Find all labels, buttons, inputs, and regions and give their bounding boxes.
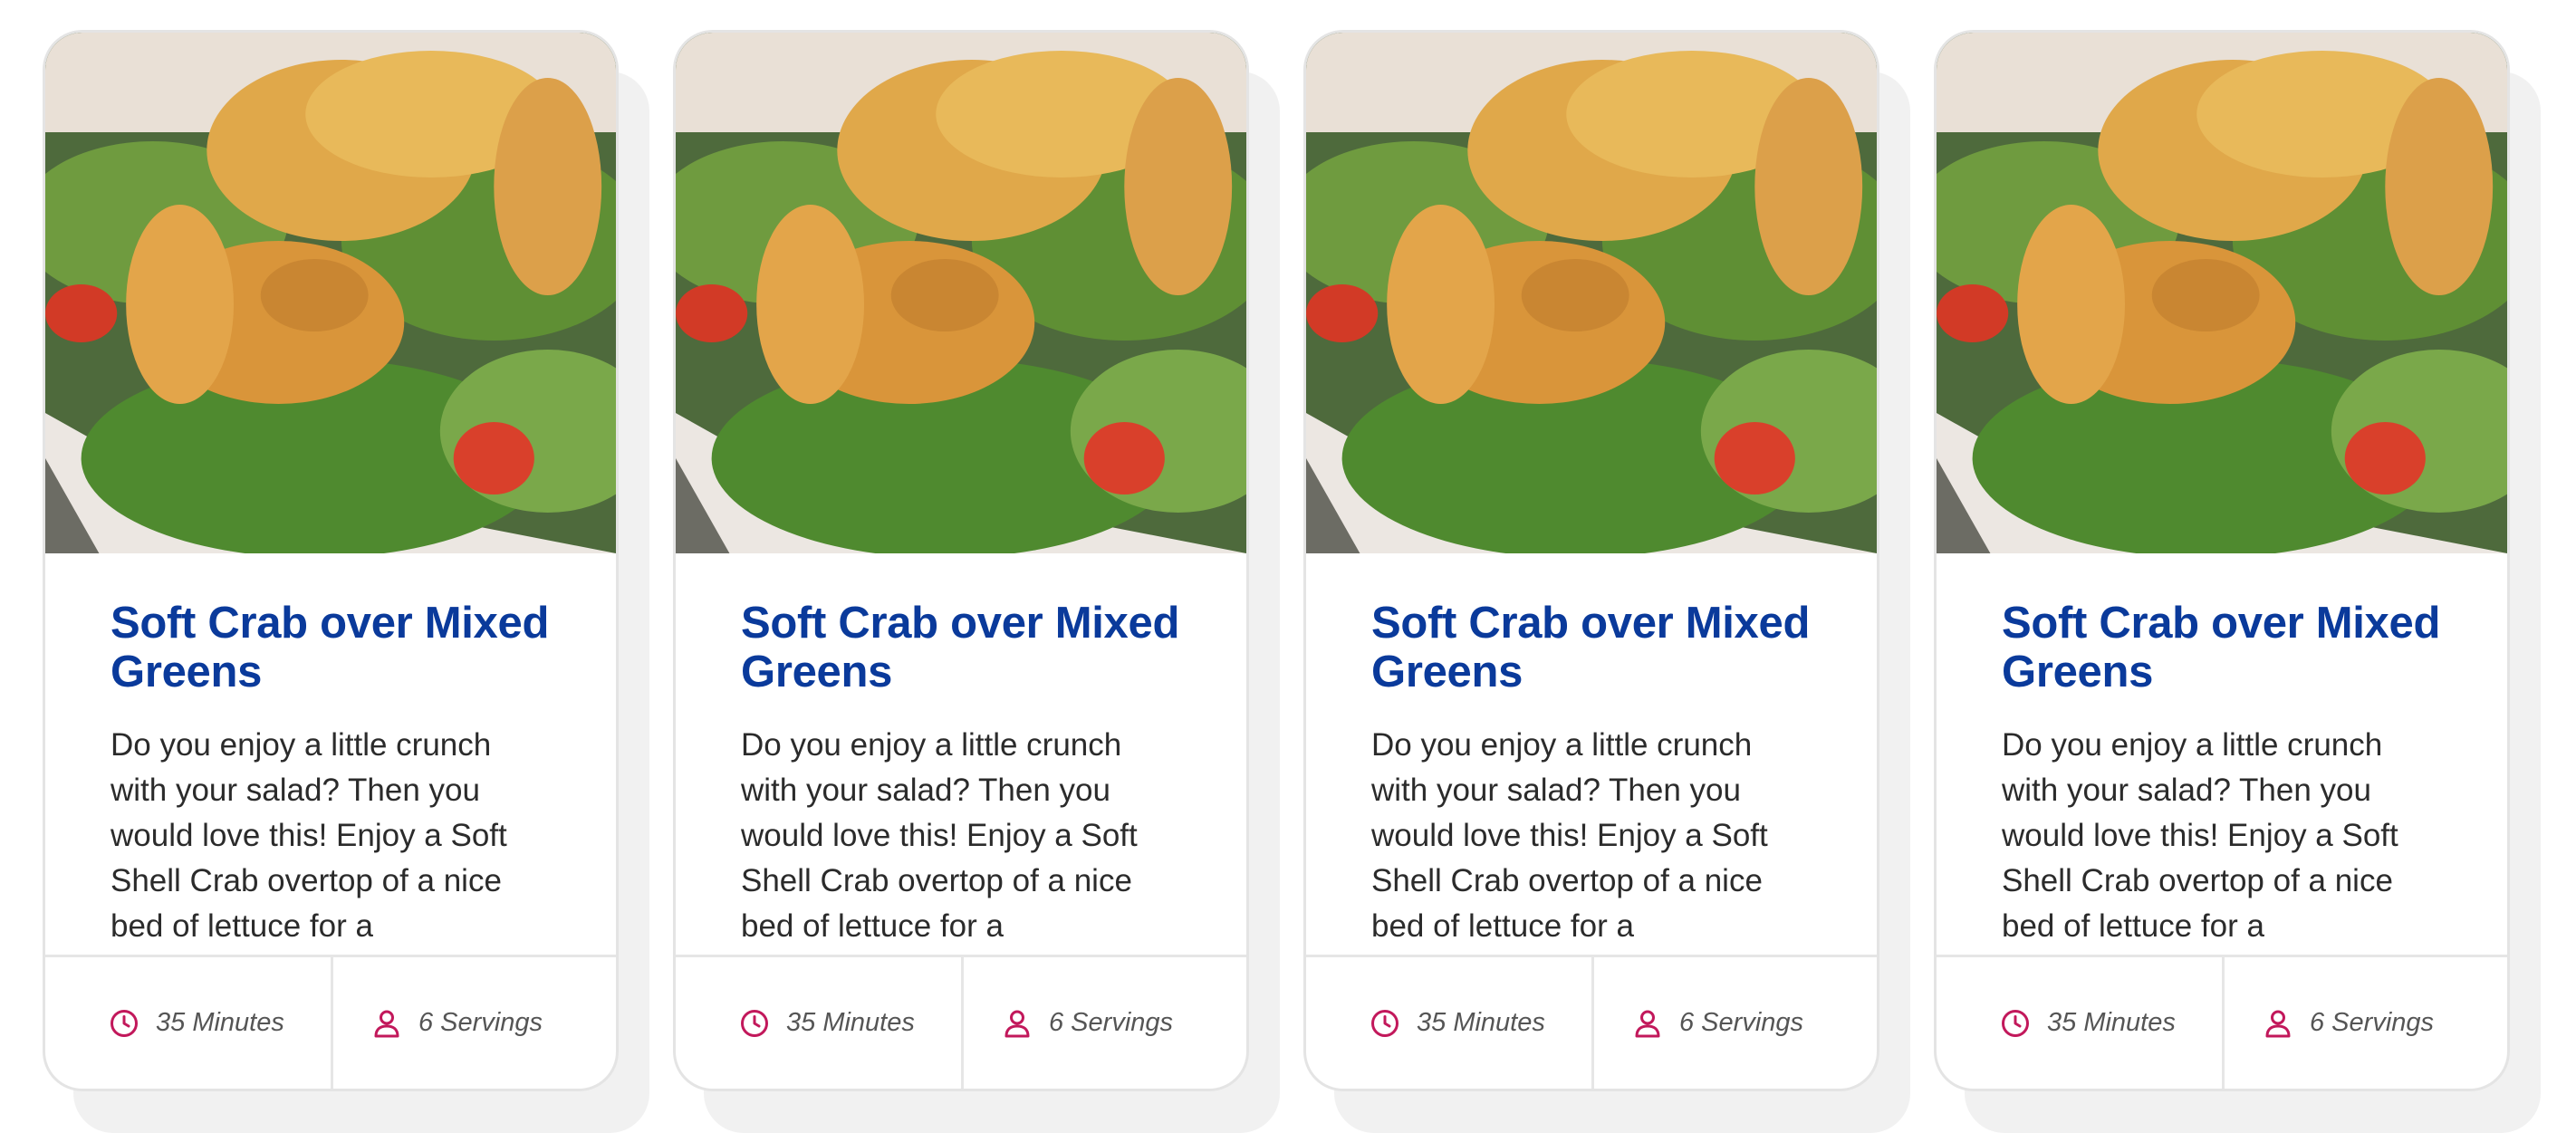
servings-label: 6 Servings	[1049, 1008, 1174, 1037]
recipe-title[interactable]: Soft Crab over Mixed Greens	[2002, 599, 2442, 696]
recipe-image[interactable]	[45, 33, 616, 553]
clock-icon	[741, 1009, 768, 1037]
recipe-description: Do you enjoy a little crunch with your s…	[111, 727, 507, 944]
recipe-image[interactable]	[676, 33, 1246, 553]
recipe-card-wrapper: Soft Crab over Mixed Greens Do you enjoy…	[43, 30, 649, 1133]
clock-icon	[1371, 1009, 1399, 1037]
recipe-title[interactable]: Soft Crab over Mixed Greens	[111, 599, 551, 696]
cook-time-label: 35 Minutes	[786, 1008, 915, 1037]
cook-time-label: 35 Minutes	[156, 1008, 284, 1037]
cook-time: 35 Minutes	[1306, 957, 1591, 1089]
servings: 6 Servings	[2222, 957, 2507, 1089]
recipe-card[interactable]: Soft Crab over Mixed Greens Do you enjoy…	[43, 30, 619, 1091]
cook-time-label: 35 Minutes	[1417, 1008, 1545, 1037]
recipe-meta: 35 Minutes 6 Servings	[1937, 955, 2507, 1089]
card-body: Soft Crab over Mixed Greens Do you enjoy…	[1306, 553, 1877, 955]
recipe-image[interactable]	[1937, 33, 2507, 553]
recipe-title[interactable]: Soft Crab over Mixed Greens	[1371, 599, 1812, 696]
recipe-title[interactable]: Soft Crab over Mixed Greens	[741, 599, 1181, 696]
servings-label: 6 Servings	[418, 1008, 543, 1037]
person-icon	[1004, 1010, 1030, 1037]
servings: 6 Servings	[1591, 957, 1877, 1089]
card-body: Soft Crab over Mixed Greens Do you enjoy…	[676, 553, 1246, 955]
recipe-card-wrapper: Soft Crab over Mixed Greens Do you enjoy…	[1303, 30, 1910, 1133]
recipe-description: Do you enjoy a little crunch with your s…	[741, 727, 1138, 944]
person-icon	[2265, 1010, 2291, 1037]
recipe-description: Do you enjoy a little crunch with your s…	[1371, 727, 1768, 944]
person-icon	[374, 1010, 399, 1037]
clock-icon	[2002, 1009, 2029, 1037]
servings: 6 Servings	[331, 957, 616, 1089]
person-icon	[1635, 1010, 1660, 1037]
card-body: Soft Crab over Mixed Greens Do you enjoy…	[1937, 553, 2507, 955]
cook-time: 35 Minutes	[676, 957, 961, 1089]
cook-time: 35 Minutes	[1937, 957, 2222, 1089]
recipe-card[interactable]: Soft Crab over Mixed Greens Do you enjoy…	[1934, 30, 2510, 1091]
recipe-card-wrapper: Soft Crab over Mixed Greens Do you enjoy…	[673, 30, 1280, 1133]
clock-icon	[111, 1009, 138, 1037]
recipe-meta: 35 Minutes 6 Servings	[1306, 955, 1877, 1089]
recipe-card-wrapper: Soft Crab over Mixed Greens Do you enjoy…	[1934, 30, 2541, 1133]
servings-label: 6 Servings	[1679, 1008, 1804, 1037]
servings: 6 Servings	[961, 957, 1246, 1089]
recipe-image[interactable]	[1306, 33, 1877, 553]
card-body: Soft Crab over Mixed Greens Do you enjoy…	[45, 553, 616, 955]
cook-time: 35 Minutes	[45, 957, 331, 1089]
cook-time-label: 35 Minutes	[2047, 1008, 2176, 1037]
recipe-meta: 35 Minutes 6 Servings	[45, 955, 616, 1089]
recipe-card[interactable]: Soft Crab over Mixed Greens Do you enjoy…	[1303, 30, 1879, 1091]
recipe-description: Do you enjoy a little crunch with your s…	[2002, 727, 2398, 944]
servings-label: 6 Servings	[2310, 1008, 2435, 1037]
recipe-meta: 35 Minutes 6 Servings	[676, 955, 1246, 1089]
recipe-card[interactable]: Soft Crab over Mixed Greens Do you enjoy…	[673, 30, 1249, 1091]
recipe-card-grid: Soft Crab over Mixed Greens Do you enjoy…	[43, 30, 2541, 1133]
